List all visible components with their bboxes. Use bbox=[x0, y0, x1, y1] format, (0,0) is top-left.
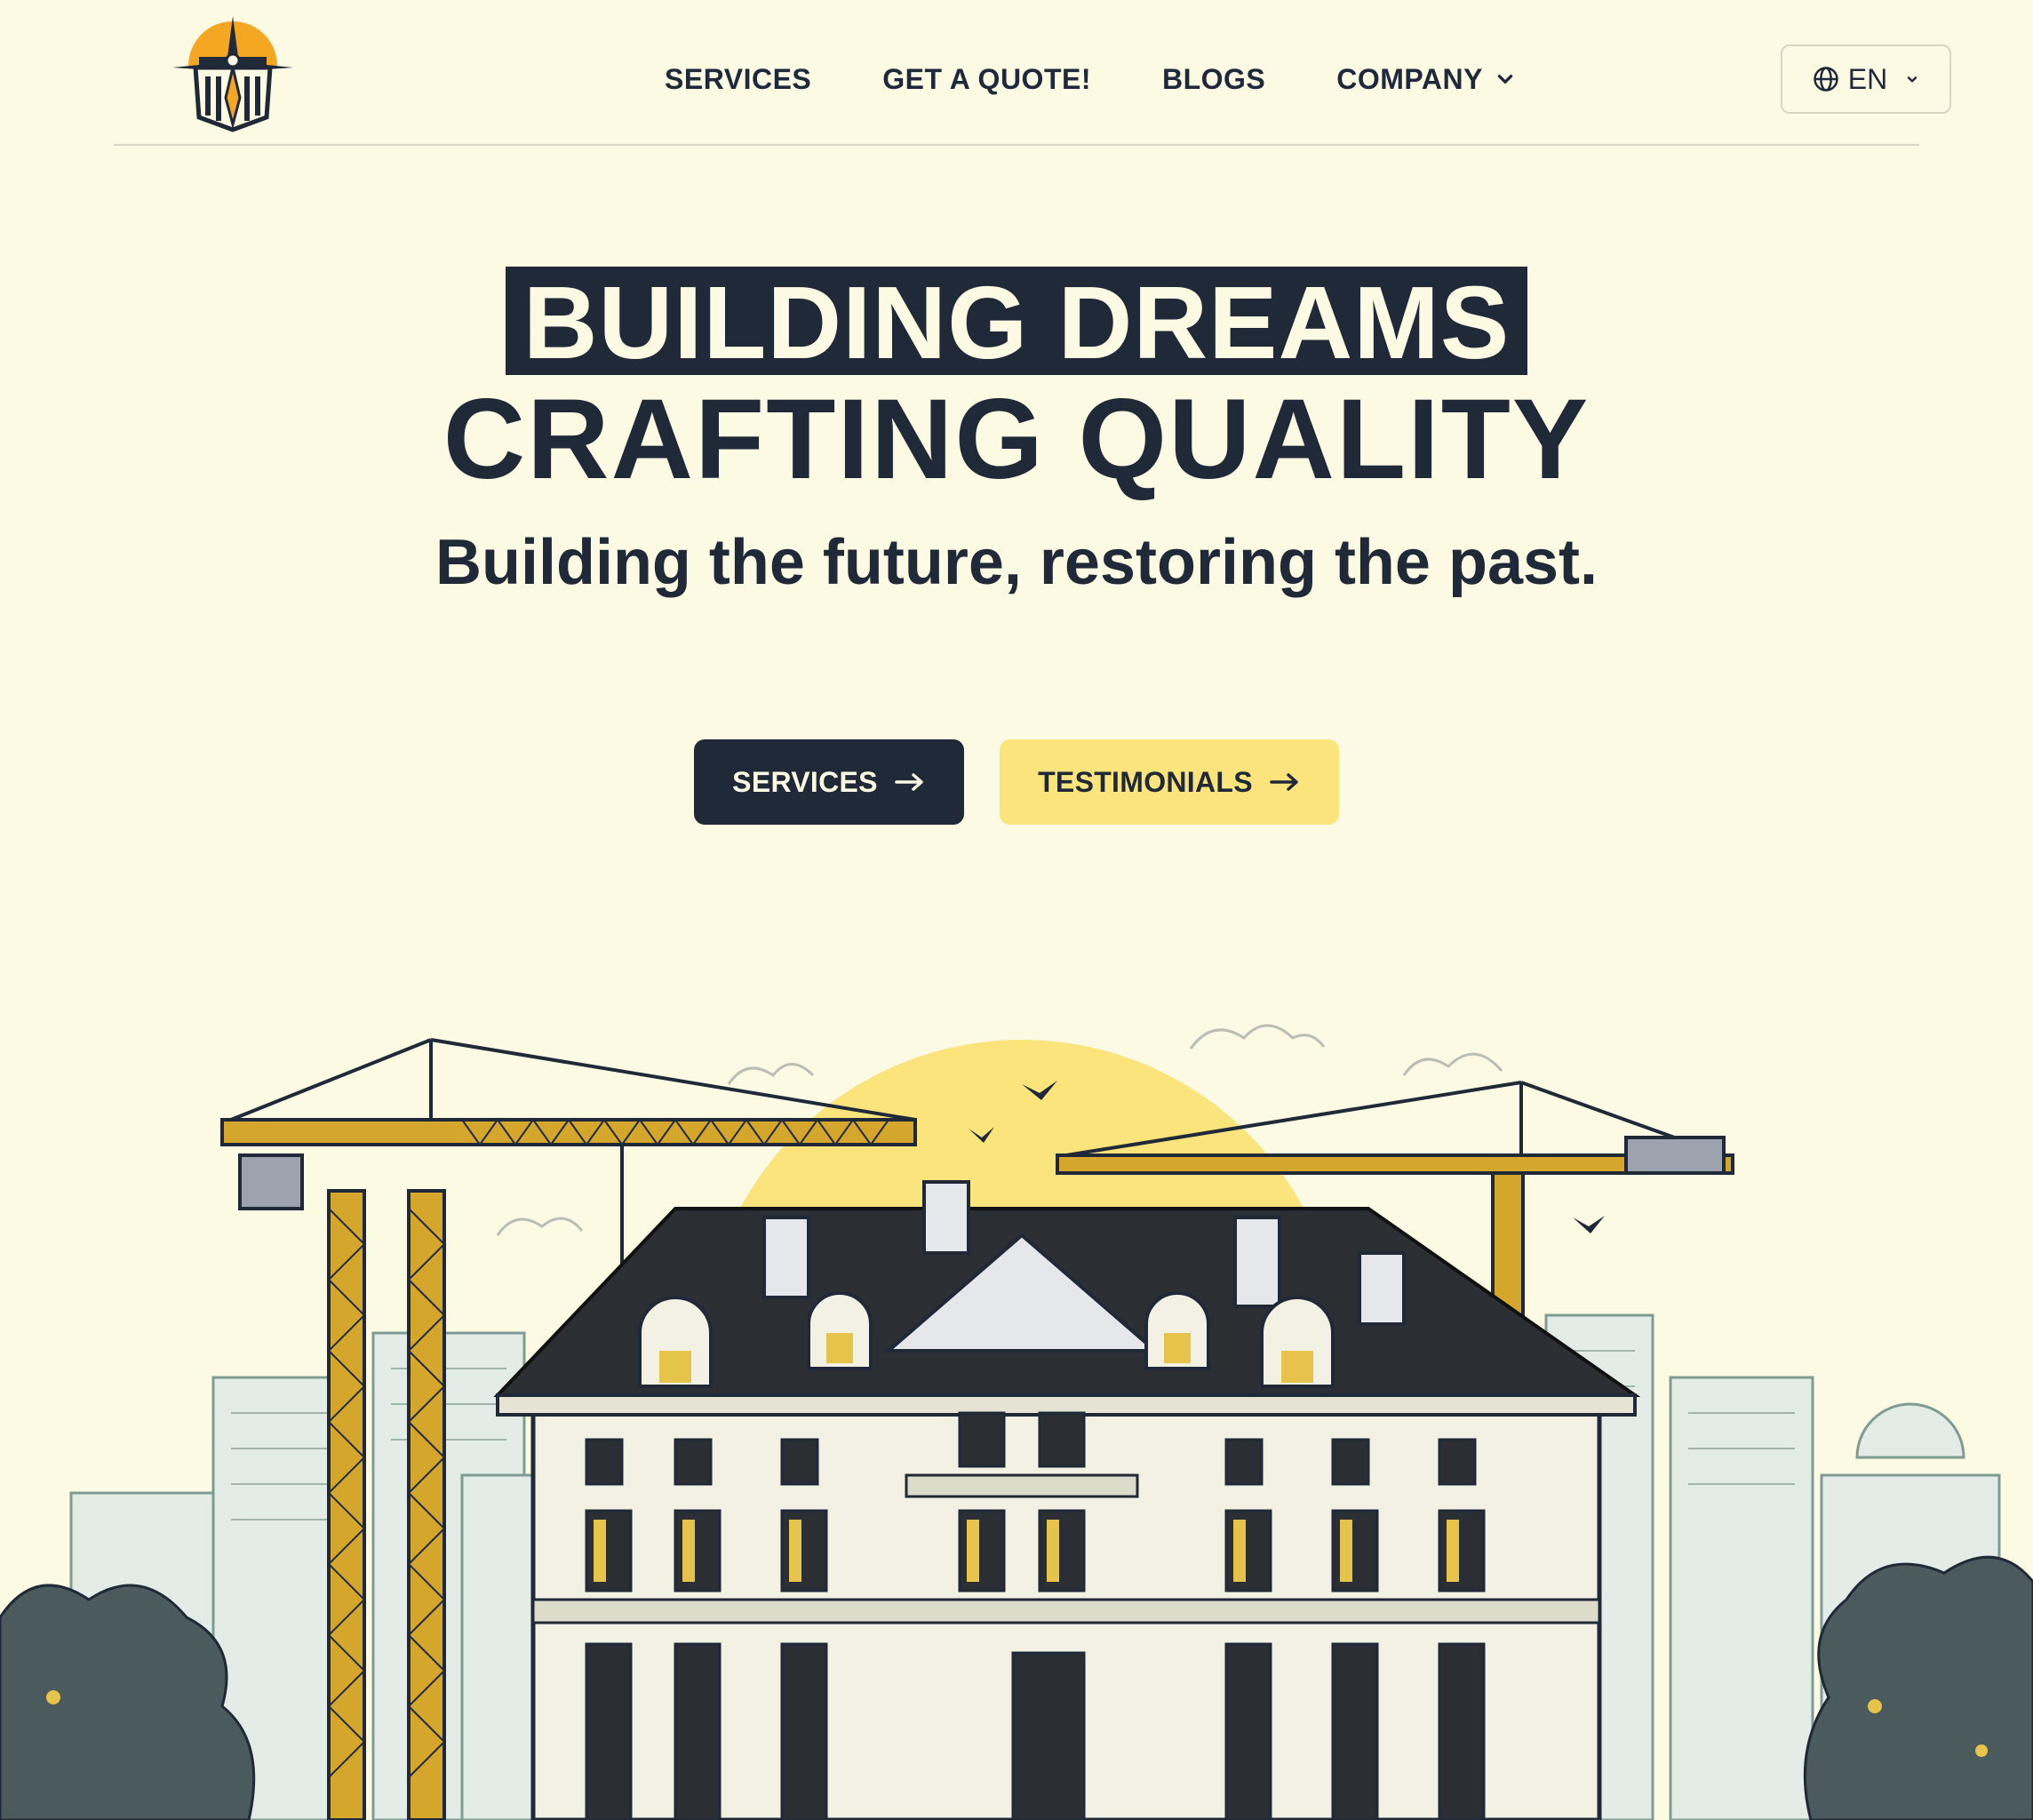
testimonials-button[interactable]: TESTIMONIALS bbox=[1000, 739, 1339, 825]
nav-blogs[interactable]: BLOGS bbox=[1162, 63, 1265, 96]
nav-get-a-quote[interactable]: GET A QUOTE! bbox=[882, 63, 1091, 96]
language-code: EN bbox=[1847, 62, 1888, 95]
hero-title-line-1: BUILDING DREAMS bbox=[505, 267, 1528, 375]
landing-page: SERVICES GET A QUOTE! BLOGS COMPANY EN B… bbox=[0, 0, 2033, 1820]
nav-company-dropdown[interactable]: COMPANY bbox=[1336, 63, 1515, 96]
hero-title-highlight: BUILDING DREAMS bbox=[0, 267, 2033, 375]
nav-get-a-quote-label: GET A QUOTE! bbox=[882, 62, 1091, 95]
nav-company-label: COMPANY bbox=[1336, 62, 1483, 95]
arrow-right-icon bbox=[895, 773, 923, 791]
hero-section: BUILDING DREAMS CRAFTING QUALITY Buildin… bbox=[0, 267, 2033, 599]
testimonials-button-label: TESTIMONIALS bbox=[1038, 765, 1253, 798]
arrow-right-icon bbox=[1270, 773, 1298, 791]
hero-cta-group: SERVICES TESTIMONIALS bbox=[0, 739, 2033, 825]
language-selector[interactable]: EN bbox=[1781, 44, 1951, 114]
nav-services-label: SERVICES bbox=[665, 62, 812, 95]
globe-icon bbox=[1814, 67, 1838, 92]
chevron-down-icon bbox=[1497, 75, 1513, 84]
services-button-label: SERVICES bbox=[732, 765, 878, 798]
main-nav: SERVICES GET A QUOTE! BLOGS COMPANY bbox=[665, 57, 1515, 101]
nav-blogs-label: BLOGS bbox=[1161, 62, 1266, 95]
hero-subtitle: Building the future, restoring the past. bbox=[435, 527, 1598, 598]
logo-icon bbox=[172, 16, 293, 132]
hero-title-line-2: CRAFTING QUALITY bbox=[442, 376, 1591, 503]
company-logo[interactable] bbox=[169, 12, 297, 133]
nav-services[interactable]: SERVICES bbox=[665, 63, 811, 96]
hero-illustration bbox=[0, 1013, 2033, 1820]
mansion-construction-illustration bbox=[0, 1024, 2033, 1820]
chevron-down-icon bbox=[1908, 76, 1917, 83]
site-header: SERVICES GET A QUOTE! BLOGS COMPANY EN bbox=[114, 0, 1951, 146]
services-button[interactable]: SERVICES bbox=[694, 739, 964, 825]
